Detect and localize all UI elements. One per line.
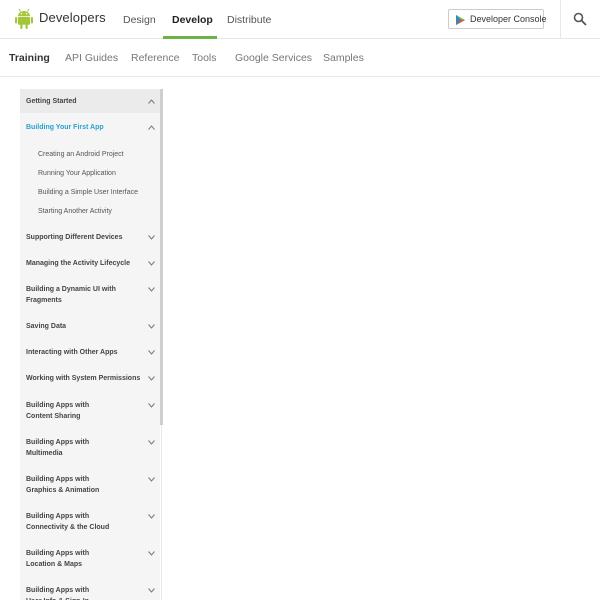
sidebar-item-system-permissions[interactable]: Working with System Permissions — [20, 373, 160, 384]
sidebar-item-label: Building Apps with Content Sharing — [26, 402, 90, 420]
sidebar-item-label: Building Apps with Multimedia — [26, 439, 90, 457]
sidebar-item-supporting-devices[interactable]: Supporting Different Devices — [20, 232, 160, 243]
sidebar-scrollbar[interactable] — [160, 89, 163, 425]
chevron-up-icon[interactable] — [148, 125, 155, 130]
chevron-down-icon[interactable] — [148, 324, 155, 329]
chevron-down-icon[interactable] — [148, 235, 155, 240]
chevron-down-icon[interactable] — [148, 287, 155, 292]
subnav-samples[interactable]: Samples — [323, 52, 364, 64]
nav-distribute[interactable]: Distribute — [227, 14, 271, 26]
sidebar-item-connectivity-cloud[interactable]: Building Apps with Connectivity & the Cl… — [20, 511, 160, 533]
sub-nav: Training API Guides Reference Tools Goog… — [0, 39, 600, 77]
sidebar-border — [161, 425, 162, 600]
sidebar-subitem-running-app[interactable]: Running Your Application — [20, 168, 160, 179]
sidebar-item-dynamic-ui[interactable]: Building a Dynamic UI with Fragments — [20, 284, 160, 306]
subnav-google-services[interactable]: Google Services — [235, 52, 312, 64]
sidebar-item-graphics-animation[interactable]: Building Apps with Graphics & Animation — [20, 474, 160, 496]
sidebar-subitem-simple-ui[interactable]: Building a Simple User Interface — [20, 187, 160, 198]
sidebar-item-content-sharing[interactable]: Building Apps with Content Sharing — [20, 400, 160, 422]
chevron-down-icon[interactable] — [148, 440, 155, 445]
subnav-reference[interactable]: Reference — [131, 52, 179, 64]
sidebar-item-label: Managing the Activity Lifecycle — [26, 260, 130, 267]
nav-design[interactable]: Design — [123, 14, 156, 26]
sidebar-item-label: Building Apps with Graphics & Animation — [26, 476, 100, 494]
chevron-up-icon[interactable] — [148, 99, 155, 104]
sidebar-item-interacting-apps[interactable]: Interacting with Other Apps — [20, 347, 160, 358]
developer-console-button[interactable]: Developer Console — [448, 9, 547, 29]
sidebar-item-label: Interacting with Other Apps — [26, 349, 118, 356]
developer-console-label: Developer Console — [470, 14, 547, 24]
chevron-down-icon[interactable] — [148, 350, 155, 355]
subnav-api-guides[interactable]: API Guides — [65, 52, 118, 64]
sidebar-item-label: Building Apps with User Info & Sign-In — [26, 587, 90, 600]
sidebar-item-activity-lifecycle[interactable]: Managing the Activity Lifecycle — [20, 258, 160, 269]
chevron-down-icon[interactable] — [148, 261, 155, 266]
chevron-down-icon[interactable] — [148, 588, 155, 593]
sidebar-subitem-another-activity[interactable]: Starting Another Activity — [20, 206, 160, 217]
sidebar-item-label: Building Your First App — [26, 124, 104, 131]
nav-develop[interactable]: Develop — [172, 14, 213, 26]
search-icon[interactable] — [573, 12, 587, 26]
sidebar-item-label: Saving Data — [26, 323, 67, 330]
subnav-tools[interactable]: Tools — [192, 52, 217, 64]
chevron-down-icon[interactable] — [148, 403, 155, 408]
brand-title[interactable]: Developers — [39, 10, 106, 25]
play-store-icon — [456, 15, 465, 25]
sidebar-item-building-first-app[interactable]: Building Your First App — [20, 122, 160, 133]
sidebar-item-multimedia[interactable]: Building Apps with Multimedia — [20, 437, 160, 459]
training-sidebar: Getting Started Building Your First App … — [20, 89, 160, 600]
sidebar-item-saving-data[interactable]: Saving Data — [20, 321, 160, 332]
header-divider — [560, 0, 561, 39]
subnav-training[interactable]: Training — [9, 52, 50, 64]
sidebar-subitem-creating-project[interactable]: Creating an Android Project — [20, 149, 160, 160]
sidebar-item-label: Working with System Permissions — [26, 375, 141, 382]
top-bar: Developers Design Develop Distribute Dev… — [0, 0, 600, 39]
sidebar-item-label: Supporting Different Devices — [26, 234, 123, 241]
chevron-down-icon[interactable] — [148, 514, 155, 519]
sidebar-item-label: Building Apps with Connectivity & the Cl… — [26, 513, 110, 531]
android-logo-icon[interactable] — [14, 8, 34, 30]
sidebar-item-label: Getting Started — [26, 98, 77, 105]
sidebar-item-label: Building a Dynamic UI with Fragments — [26, 286, 116, 304]
sidebar-item-location-maps[interactable]: Building Apps with Location & Maps — [20, 548, 160, 570]
sidebar-item-label: Building Apps with Location & Maps — [26, 550, 90, 568]
sidebar-item-user-info-sign-in[interactable]: Building Apps with User Info & Sign-In — [20, 585, 160, 600]
chevron-down-icon[interactable] — [148, 477, 155, 482]
sidebar-item-getting-started[interactable]: Getting Started — [20, 89, 160, 113]
chevron-down-icon[interactable] — [148, 376, 155, 381]
chevron-down-icon[interactable] — [148, 551, 155, 556]
